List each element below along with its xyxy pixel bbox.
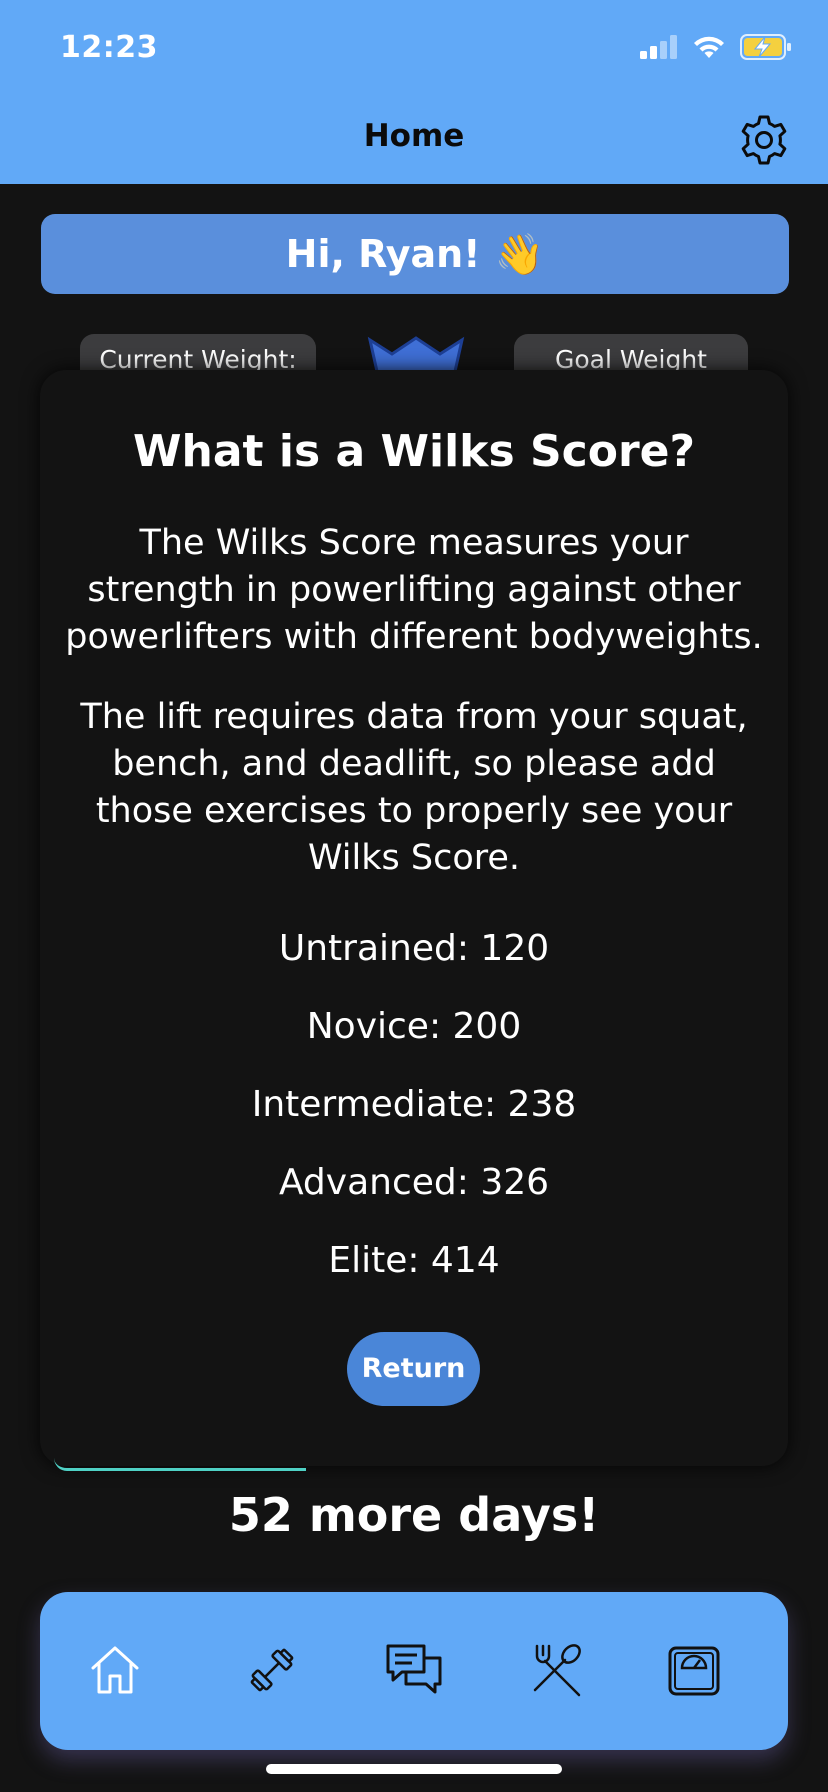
settings-button[interactable] [738,114,790,166]
wilks-score-modal: What is a Wilks Score? The Wilks Score m… [40,370,788,1466]
days-remaining-text: 52 more days! [228,1488,600,1542]
chat-bubbles-icon [386,1644,442,1694]
level-elite: Elite: 414 [328,1240,500,1281]
home-screen: 12:23 Home Hi, Ryan! 👋 Current Weight: G… [0,0,828,1792]
battery-charging-icon [740,34,791,60]
level-untrained: Untrained: 120 [278,928,550,969]
home-indicator[interactable] [266,1764,562,1774]
modal-requirements: The lift requires data from your squat, … [80,697,748,878]
tab-bar [40,1592,788,1750]
waving-hand-icon: 👋 [494,232,545,277]
tab-home[interactable] [83,1638,147,1702]
top-bar: 12:23 Home [0,0,828,184]
level-intermediate: Intermediate: 238 [251,1084,577,1125]
wifi-icon [694,36,724,58]
progress-bar-fragment [54,1458,306,1471]
level-advanced: Advanced: 326 [278,1162,550,1203]
tab-chat[interactable] [382,1638,446,1702]
greeting-banner: Hi, Ryan! 👋 [41,214,789,294]
gear-icon [741,115,787,165]
page-title: Home [363,118,465,154]
signal-icon [640,35,677,59]
scale-icon [668,1646,720,1696]
tab-nutrition[interactable] [525,1638,589,1702]
modal-description: The Wilks Score measures your strength i… [65,523,763,657]
home-icon [91,1646,139,1694]
modal-title: What is a Wilks Score? [132,426,696,477]
wilks-levels-list: Untrained: 120 Novice: 200 Intermediate:… [40,910,788,1300]
greeting-text: Hi, Ryan! [285,232,481,276]
fork-spoon-icon [533,1644,581,1697]
status-time: 12:23 [60,30,158,65]
status-icons [640,34,792,60]
dumbbell-icon [250,1648,294,1692]
level-novice: Novice: 200 [306,1006,522,1047]
tab-weight[interactable] [662,1638,726,1702]
tab-workouts[interactable] [240,1638,304,1702]
return-button[interactable]: Return [347,1332,480,1406]
